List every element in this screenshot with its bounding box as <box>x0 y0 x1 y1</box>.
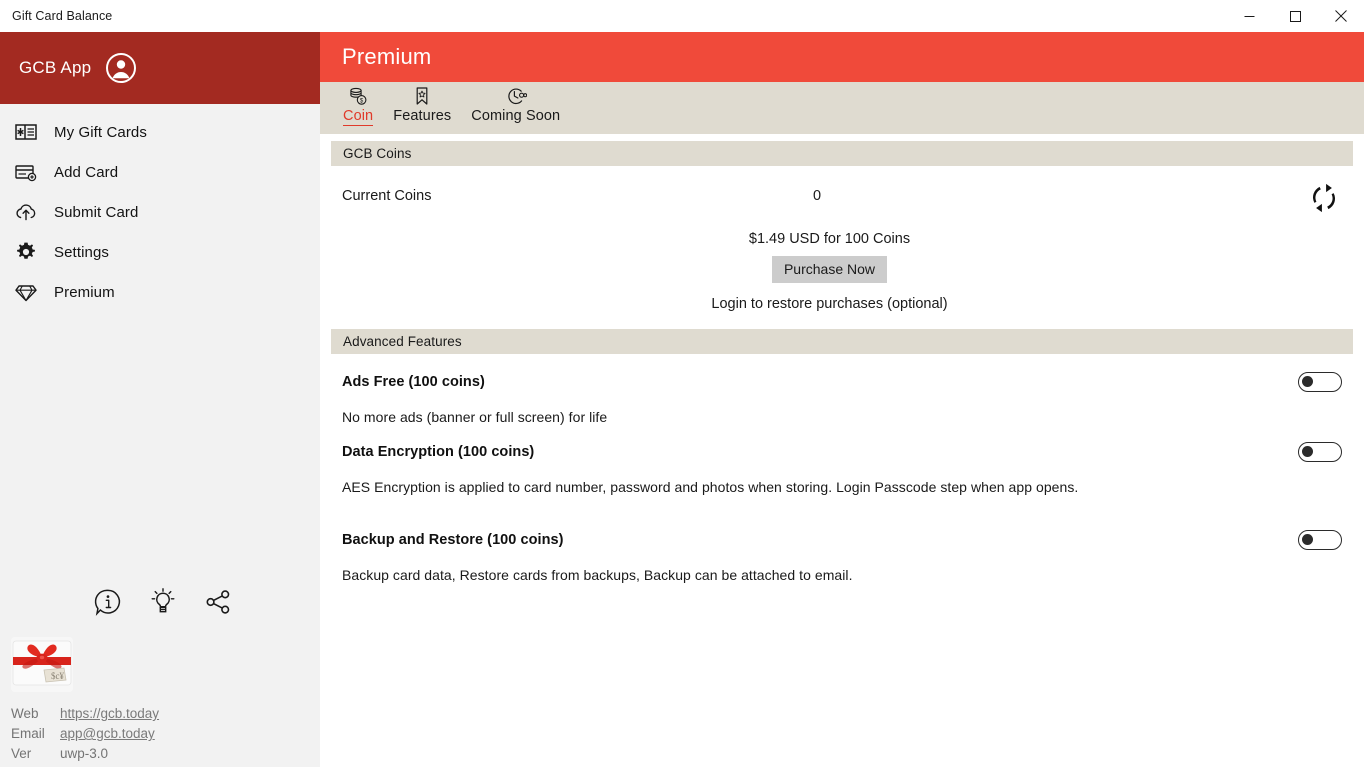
current-coins-row: Current Coins 0 <box>320 183 1364 216</box>
cloud-upload-icon <box>13 199 39 225</box>
section-header-advanced-features: Advanced Features <box>331 329 1353 354</box>
tab-label: Coin <box>343 108 374 126</box>
refresh-icon[interactable] <box>1306 180 1342 216</box>
close-button[interactable] <box>1318 0 1364 32</box>
version-value: uwp-3.0 <box>60 746 109 761</box>
footer-key: Ver <box>11 746 32 761</box>
sidebar-item-premium[interactable]: Premium <box>0 272 320 312</box>
sidebar-item-settings[interactable]: Settings <box>0 232 320 272</box>
sidebar-header: GCB App <box>0 32 320 104</box>
svg-text:$c¥: $c¥ <box>51 671 64 681</box>
maximize-button[interactable] <box>1272 0 1318 32</box>
title-bar: Gift Card Balance <box>0 0 1364 32</box>
feature-title: Backup and Restore (100 coins) <box>342 532 564 548</box>
sidebar-nav: My Gift Cards Add Card Submit Card Setti… <box>0 104 320 312</box>
sidebar-action-icons <box>92 578 242 626</box>
credit-card-add-icon <box>13 159 39 185</box>
footer-row-email: Email app@gcb.today <box>11 724 159 744</box>
lightbulb-icon[interactable] <box>147 586 179 618</box>
clock-infinity-icon <box>505 85 527 107</box>
email-link[interactable]: app@gcb.today <box>60 724 155 744</box>
tab-bar: $ Coin Features Coming Soon <box>320 82 1364 134</box>
gear-icon <box>13 239 39 265</box>
toggle-data-encryption[interactable] <box>1298 442 1342 462</box>
current-coins-value: 0 <box>812 188 822 204</box>
feature-description: AES Encryption is applied to card number… <box>342 479 1079 495</box>
purchase-button-wrap: Purchase Now <box>295 256 1364 283</box>
main-content: Premium $ Coin Features Coming Soon GCB … <box>320 32 1364 767</box>
coin-stack-icon: $ <box>348 85 368 107</box>
toggle-knob <box>1302 534 1313 545</box>
feature-ads-free: Ads Free (100 coins) No more ads (banner… <box>320 372 1364 425</box>
bookmark-star-icon <box>412 85 432 107</box>
app-window: Gift Card Balance GCB App My Gift Cards … <box>0 0 1364 767</box>
sidebar-item-label: My Gift Cards <box>54 123 147 141</box>
toggle-knob <box>1302 376 1313 387</box>
app-brand-label: GCB App <box>19 58 92 77</box>
toggle-ads-free[interactable] <box>1298 372 1342 392</box>
feature-data-encryption: Data Encryption (100 coins) AES Encrypti… <box>320 442 1364 495</box>
gift-card-bow-logo: $c¥ <box>11 637 73 692</box>
minimize-button[interactable] <box>1226 0 1272 32</box>
sidebar-item-add-card[interactable]: Add Card <box>0 152 320 192</box>
sidebar-item-label: Premium <box>54 283 115 301</box>
toggle-knob <box>1302 446 1313 457</box>
tab-coin[interactable]: $ Coin <box>333 85 383 126</box>
sidebar-item-label: Submit Card <box>54 203 139 221</box>
feature-title: Ads Free (100 coins) <box>342 374 485 390</box>
account-circle-icon[interactable] <box>104 51 138 85</box>
footer-row-version: Ver uwp-3.0 <box>11 744 159 764</box>
coin-price-text: $1.49 USD for 100 Coins <box>748 231 911 247</box>
tab-coming-soon[interactable]: Coming Soon <box>461 85 570 124</box>
feature-description: Backup card data, Restore cards from bac… <box>342 567 853 583</box>
feature-backup-restore: Backup and Restore (100 coins) Backup ca… <box>320 530 1364 583</box>
footer-key: Email <box>11 726 45 741</box>
page-title: Premium <box>342 44 432 69</box>
footer-key: Web <box>11 706 39 721</box>
feature-title: Data Encryption (100 coins) <box>342 444 535 460</box>
sidebar-item-label: Settings <box>54 243 109 261</box>
web-link[interactable]: https://gcb.today <box>60 704 159 724</box>
sidebar-item-my-gift-cards[interactable]: My Gift Cards <box>0 112 320 152</box>
gift-card-icon <box>13 119 39 145</box>
sidebar-item-submit-card[interactable]: Submit Card <box>0 192 320 232</box>
window-title: Gift Card Balance <box>12 9 113 23</box>
feature-description: No more ads (banner or full screen) for … <box>342 409 608 425</box>
window-controls <box>1226 0 1364 32</box>
section-header-gcb-coins: GCB Coins <box>331 141 1353 166</box>
tab-features[interactable]: Features <box>383 85 461 124</box>
info-bubble-icon[interactable] <box>92 586 124 618</box>
diamond-icon <box>13 279 39 305</box>
purchase-now-button[interactable]: Purchase Now <box>771 256 888 283</box>
tab-label: Features <box>393 108 452 124</box>
tab-label: Coming Soon <box>471 108 561 124</box>
sidebar: GCB App My Gift Cards Add Card Submit Ca… <box>0 32 320 767</box>
restore-purchases-text[interactable]: Login to restore purchases (optional) <box>295 296 1364 312</box>
sidebar-item-label: Add Card <box>54 163 119 181</box>
toggle-backup-restore[interactable] <box>1298 530 1342 550</box>
sidebar-footer: Web https://gcb.today Email app@gcb.toda… <box>11 704 159 764</box>
footer-row-web: Web https://gcb.today <box>11 704 159 724</box>
share-icon[interactable] <box>202 586 234 618</box>
page-header: Premium <box>320 32 1364 82</box>
